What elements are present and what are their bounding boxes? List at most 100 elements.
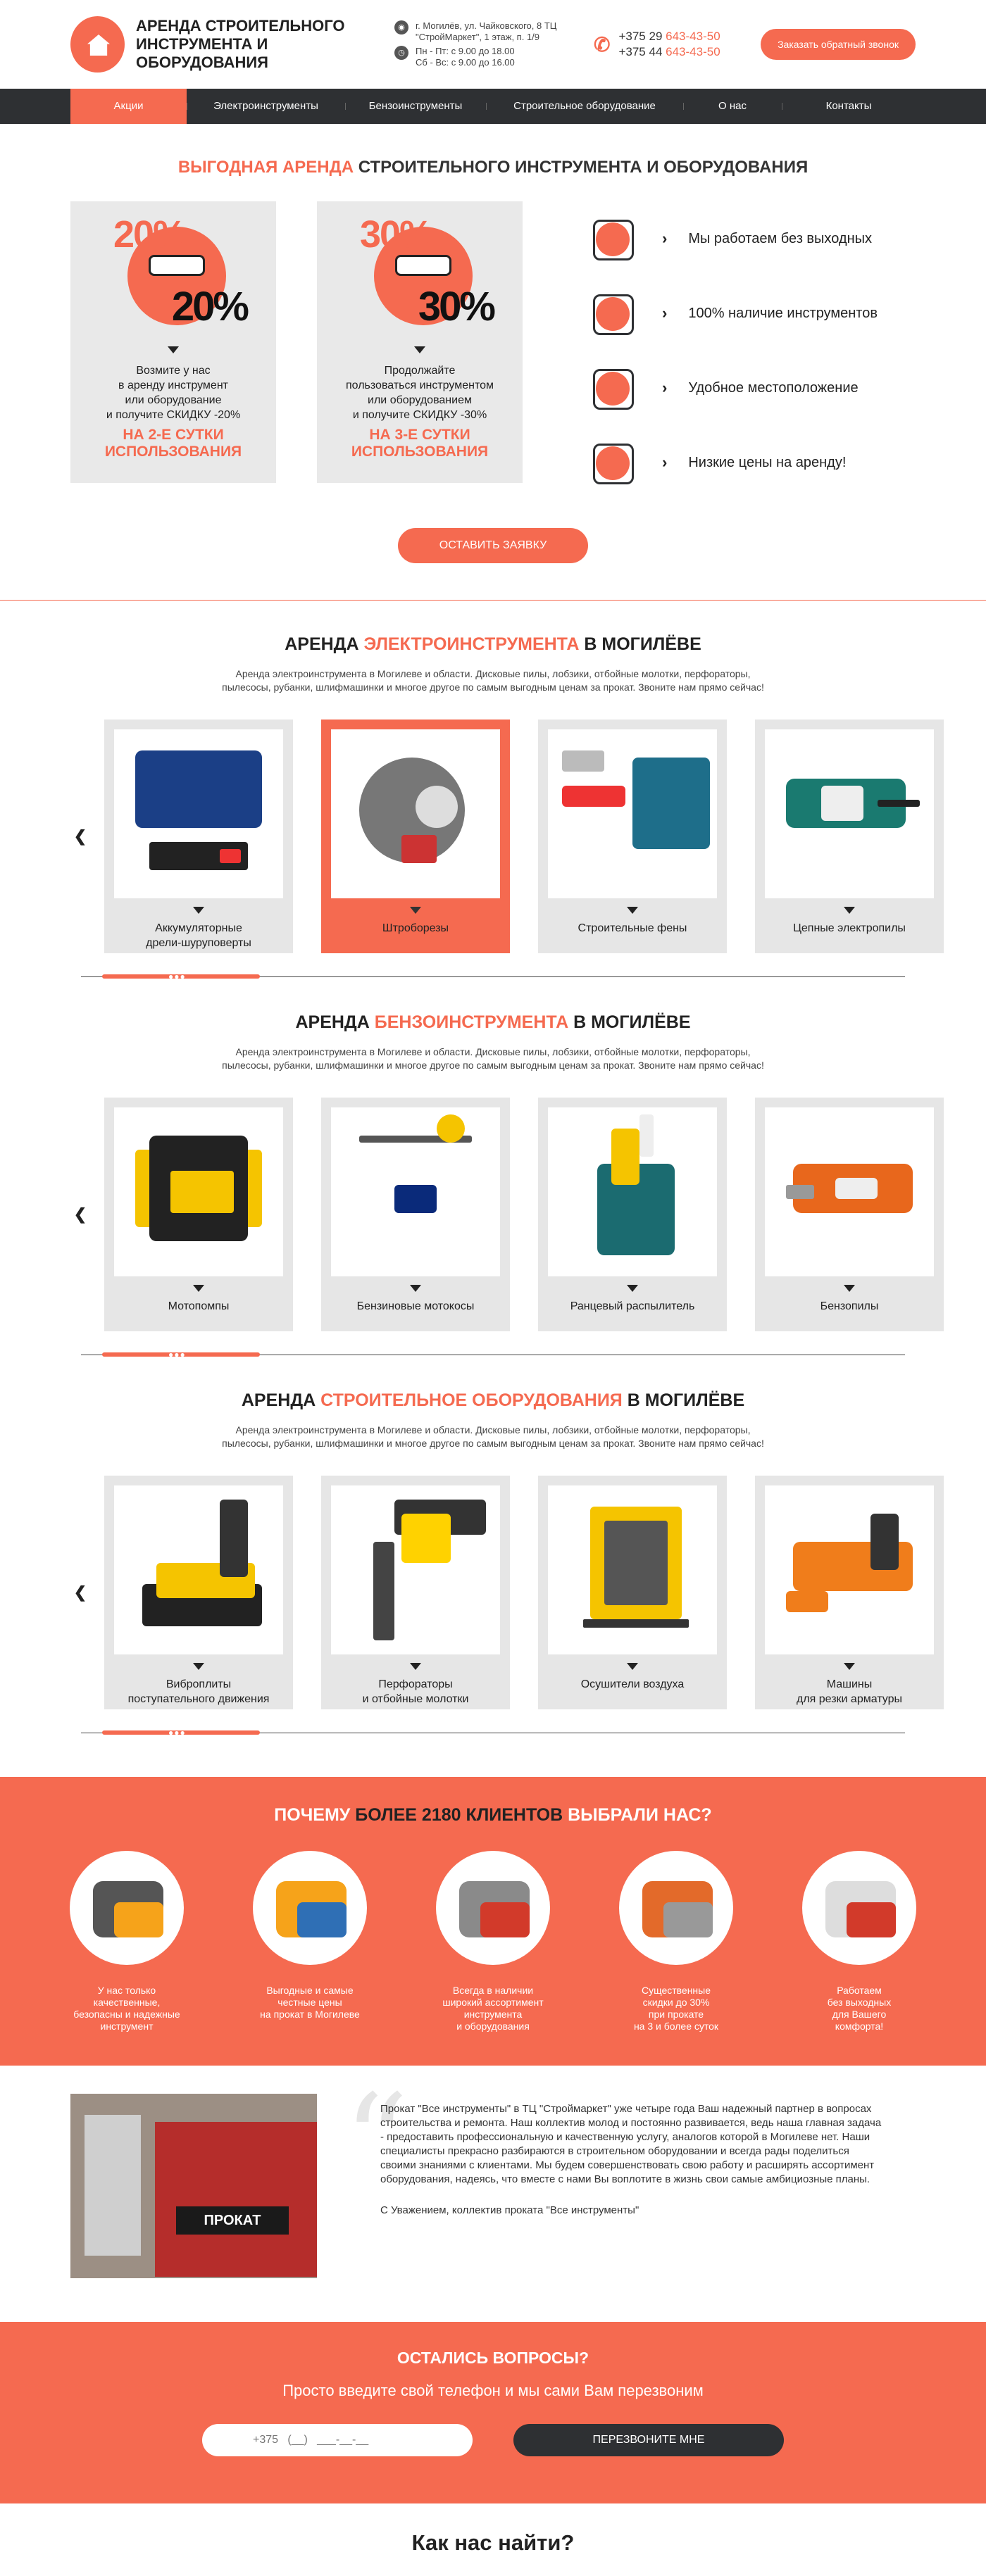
arrow-down-icon (844, 907, 855, 914)
slider-pager[interactable]: ●●● (81, 972, 905, 981)
product-card[interactable]: Виброплиты поступательного движения (104, 1476, 293, 1709)
product-card[interactable]: Бензиновые мотокосы (321, 1098, 510, 1331)
call-me-button[interactable]: Перезвоните мне (513, 2424, 784, 2456)
nav-petrol-tools[interactable]: Бензоинструменты (345, 89, 486, 124)
product-card[interactable]: Бензопилы (755, 1098, 944, 1331)
chevron-right-icon: › (662, 304, 668, 322)
find-us-title: Как нас найти? (411, 2530, 575, 2555)
benefit-item: › 100% наличие инструментов (580, 276, 878, 351)
product-image[interactable] (331, 729, 500, 898)
discount-card-20: 20% 20% Возмите у нас в аренду инструмент… (70, 201, 276, 483)
chevron-right-icon: › (662, 379, 668, 396)
phone-2[interactable]: +375 44 643-43-50 (618, 44, 720, 60)
phone-1[interactable]: +375 29 643-43-50 (618, 29, 720, 44)
arrow-down-icon (627, 907, 638, 914)
why-us-text: Существенные скидки до 30% при прокате на 3… (633, 1985, 719, 2032)
discount-20-text: Возмите у нас в аренду инструмент или обор… (106, 365, 241, 421)
why-us-section: Почему более 2180 клиентов выбрали нас? … (0, 1777, 986, 2066)
promo-title-rest: строительного инструмента и оборудования (358, 158, 809, 177)
callback-title: Остались вопросы? (397, 2349, 589, 2367)
arrow-left-icon[interactable]: ❮ (70, 827, 90, 846)
phone-input[interactable] (202, 2424, 473, 2456)
store-sign: ПРОКАТ (176, 2206, 289, 2235)
divider (0, 600, 986, 601)
logo[interactable]: Аренда строительного инструмента и обору… (70, 16, 394, 73)
main-nav: Акции Электроинструменты Бензоинструмент… (0, 89, 986, 124)
discount-20-graphic: 20% 20% (113, 213, 249, 329)
slider-pager[interactable]: ●●● (81, 1728, 905, 1737)
product-image[interactable] (548, 729, 717, 898)
product-card[interactable]: Осушители воздуха (538, 1476, 727, 1709)
product-image[interactable] (765, 1485, 934, 1654)
phone-icon: ✆ (594, 33, 611, 56)
phone-2-prefix: +375 44 (618, 45, 663, 58)
arrow-down-icon (627, 1663, 638, 1670)
arrow-left-icon[interactable]: ❮ (70, 1583, 90, 1602)
why-us-item: Всегда в наличии широкий ассортимент инстр… (433, 1851, 553, 2032)
discount-30-value: 30% (418, 284, 496, 329)
discount-30-ghost: 30% (360, 213, 433, 256)
category-title-petrol-tools: Аренда бензоинструмента в Могилёве (295, 1012, 691, 1032)
promo-row: 20% 20% Возмите у нас в аренду инструмент… (70, 201, 916, 500)
product-name: Виброплиты поступательного движения (127, 1678, 270, 1705)
why-us-text: Работаем без выходных для Вашего комфорта! (827, 1985, 892, 2032)
nav-contacts[interactable]: Контакты (782, 89, 916, 124)
product-card[interactable]: Строительные фены (538, 720, 727, 953)
leave-request-button[interactable]: Оставить заявку (398, 528, 588, 563)
discount-card-30: 30% 30% Продолжайте пользоваться инструме… (317, 201, 523, 483)
nav-construction-equipment[interactable]: Строительное оборудование (486, 89, 683, 124)
logo-line2: инструмента и оборудования (135, 35, 268, 71)
discount-20-value: 20% (171, 284, 249, 329)
product-name: Машины для резки арматуры (796, 1678, 902, 1705)
product-card[interactable]: Ранцевый распылитель (538, 1098, 727, 1331)
promo-title-accent: Выгодная аренда (177, 158, 354, 177)
product-name: Осушители воздуха (580, 1678, 685, 1690)
product-image[interactable] (114, 1485, 283, 1654)
product-name: Бензопилы (820, 1300, 879, 1312)
why-us-item: Существенные скидки до 30% при прокате на 3… (616, 1851, 736, 2032)
product-card[interactable]: Мотопомпы (104, 1098, 293, 1331)
why-us-item: Работаем без выходных для Вашего комфорта! (799, 1851, 919, 2032)
arrow-left-icon[interactable]: ❮ (70, 1205, 90, 1224)
category-section: Аренда строительное оборудования в Могил… (70, 1390, 944, 1737)
nav-about[interactable]: О нас (683, 89, 782, 124)
nav-power-tools[interactable]: Электроинструменты (187, 89, 345, 124)
helmet-icon (619, 1851, 733, 1965)
callback-form: Перезвоните мне (0, 2424, 986, 2456)
product-card[interactable]: Машины для резки арматуры (755, 1476, 944, 1709)
product-card[interactable]: Цепные электропилы (755, 720, 944, 953)
why-us-title: Почему более 2180 клиентов выбрали нас? (274, 1805, 712, 1825)
benefit-item: › Низкие цены на аренду! (580, 425, 878, 500)
product-image[interactable] (548, 1485, 717, 1654)
address: г. Могилёв, ул. Чайковского, 8 ТЦ "Строй… (416, 20, 557, 42)
arrow-down-icon (193, 1663, 204, 1670)
product-card[interactable]: Перфораторы и отбойные молотки (321, 1476, 510, 1709)
product-name: Строительные фены (578, 922, 687, 934)
arrow-down-icon (168, 346, 179, 353)
benefit-text: Низкие цены на аренду! (688, 454, 847, 470)
location-icon: ◉ (394, 20, 408, 34)
logo-text: Аренда строительного инструмента и обору… (136, 17, 394, 72)
order-callback-button[interactable]: Заказать обратный звонок (761, 29, 916, 60)
benefit-item: › Удобное местоположение (580, 351, 878, 425)
nav-promotions[interactable]: Акции (70, 89, 187, 124)
product-slider: ❮ Аккумуляторные дрели-шуруповерты Штробо… (70, 720, 944, 953)
about-signature: С Уважением, коллектив проката "Все инст… (380, 2204, 639, 2216)
product-image[interactable] (765, 1107, 934, 1276)
product-name: Аккумуляторные дрели-шуруповерты (146, 922, 251, 949)
product-image[interactable] (765, 729, 934, 898)
product-card[interactable]: Штроборезы (321, 720, 510, 953)
slider-pager[interactable]: ●●● (81, 1350, 905, 1359)
product-image[interactable] (114, 729, 283, 898)
calendar-icon (802, 1851, 916, 1965)
arrow-down-icon (410, 1663, 421, 1670)
product-image[interactable] (114, 1107, 283, 1276)
product-image[interactable] (331, 1485, 500, 1654)
chevron-right-icon: › (662, 453, 668, 471)
product-image[interactable] (548, 1107, 717, 1276)
product-card[interactable]: Аккумуляторные дрели-шуруповерты (104, 720, 293, 953)
about-section: ПРОКАТ “ Прокат "Все инструменты" в ТЦ "… (70, 2078, 916, 2278)
product-image[interactable] (331, 1107, 500, 1276)
phone-2-number: 643-43-50 (666, 45, 720, 58)
phone-1-prefix: +375 29 (618, 30, 663, 43)
